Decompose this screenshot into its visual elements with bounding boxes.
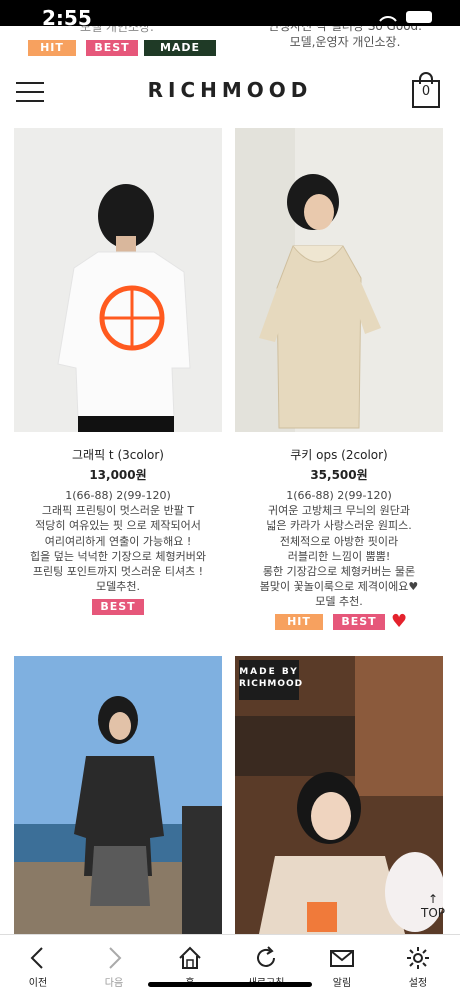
made-by-line-2: RICHMOOD [239,679,304,689]
cart-icon[interactable]: 0 [412,72,442,108]
best-badge: BEST [86,40,138,56]
hit-badge: HIT [28,40,76,56]
tab-label: 알림 [332,978,352,989]
product-name[interactable]: 그래픽 t (3color) [14,446,222,463]
product-description: 1(66-88) 2(99-120) 귀여운 고방체크 무늬의 원단과 넓은 카… [259,489,419,609]
logo[interactable]: RICHMOOD [0,78,460,102]
clock: 2:55 [42,6,92,30]
tab-settings[interactable]: 설정 [380,935,456,996]
top-right-text: 인생사진 각 킬러장 So Good. 모델,운영자 개인소장. [268,26,422,49]
made-by-overlay: MADE BY RICHMOOD [239,660,304,700]
mail-icon [330,950,354,967]
product-badges: BEST [14,599,222,617]
tab-label: 다음 [104,978,124,989]
heart-icon[interactable]: ♥ [391,613,407,631]
best-badge: BEST [92,599,144,615]
tab-back[interactable]: 이전 [0,935,76,996]
back-icon [30,947,43,969]
wifi-icon [379,16,397,22]
status-bar: 2:55 [0,0,460,30]
best-badge: BEST [333,614,385,630]
product-image[interactable] [14,128,222,432]
made-badge: MADE [144,40,216,56]
arrow-up-icon: ↑ [427,892,439,906]
tab-forward[interactable]: 다음 [76,935,152,996]
made-by-line-1: MADE BY [239,667,299,677]
gear-icon [407,947,429,969]
product-price: 13,000원 [89,468,147,482]
cart-count: 0 [421,84,431,99]
product-name[interactable]: 쿠키 ops (2color) [235,446,443,463]
product-price: 35,500원 [310,468,368,482]
home-icon [179,946,201,969]
refresh-icon [257,946,275,967]
product-image[interactable]: MADE BY RICHMOOD [235,656,443,934]
product-image[interactable] [14,656,222,934]
product-image[interactable] [235,128,443,432]
tab-notifications[interactable]: 알림 [304,935,380,996]
battery-icon [406,11,432,23]
header: RICHMOOD 0 [0,60,460,122]
scroll-top-button[interactable]: ↑ TOP [418,892,448,920]
top-label: TOP [420,906,445,920]
hit-badge: HIT [275,614,323,630]
product-description: 1(66-88) 2(99-120) 그래픽 프린팅이 멋스러운 반팔 T 적당… [30,489,206,594]
tab-label: 이전 [28,978,48,989]
home-indicator[interactable] [148,982,312,987]
tab-label: 설정 [408,978,428,989]
top-strip: 모델 개인소장. 인생사진 각 킬러장 So Good. 모델,운영자 개인소장… [0,26,460,60]
forward-icon [109,947,122,969]
product-badges: HIT BEST ♥ [235,613,443,632]
top-left-text: 모델 개인소장. [80,26,154,34]
